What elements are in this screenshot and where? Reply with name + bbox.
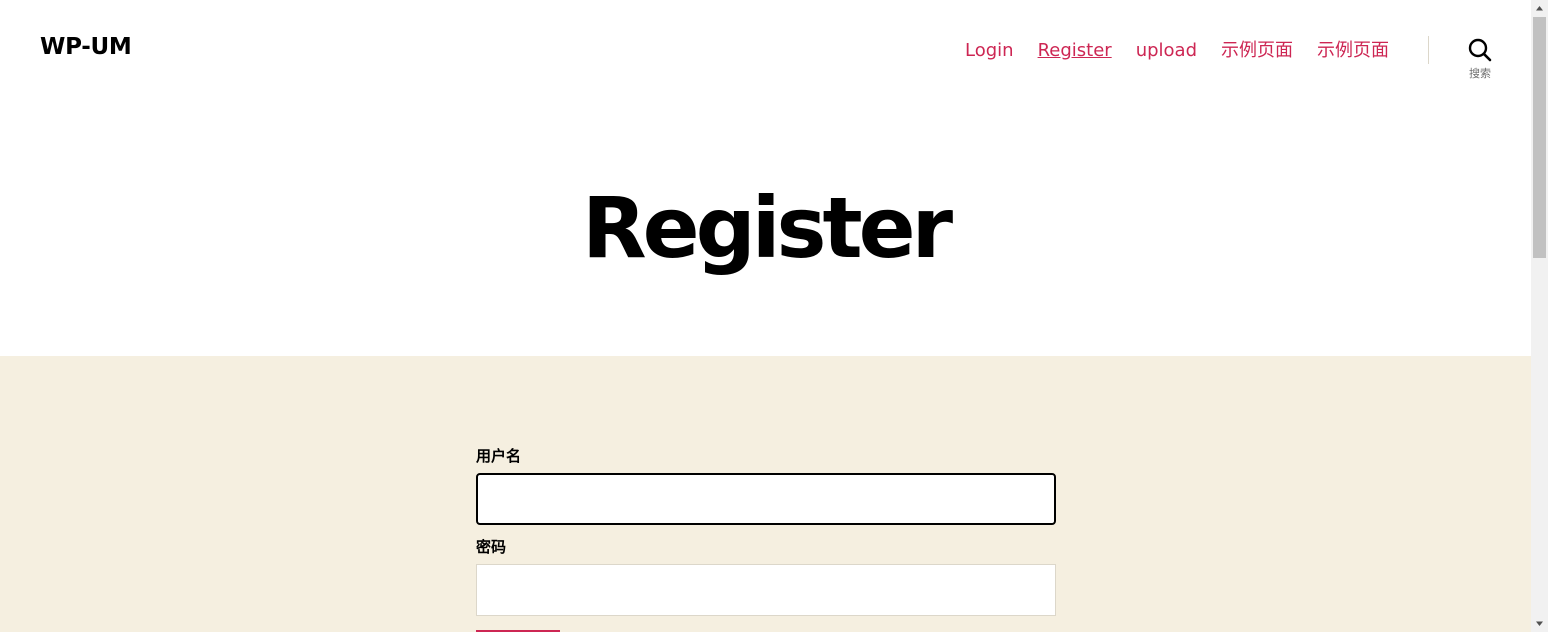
scroll-thumb[interactable]: [1533, 17, 1546, 258]
search-icon: [1468, 38, 1492, 62]
search-toggle-label: 搜索: [1469, 67, 1491, 80]
page: WP-UM Login Register upload 示例页面 示例页面 搜索…: [0, 0, 1531, 632]
nav-link-register[interactable]: Register: [1038, 40, 1112, 61]
search-toggle-button[interactable]: 搜索: [1452, 36, 1508, 90]
site-header: WP-UM Login Register upload 示例页面 示例页面 搜索: [0, 0, 1531, 100]
register-form: 用户名 密码: [476, 446, 1056, 628]
vertical-scrollbar[interactable]: [1531, 0, 1548, 632]
site-title-link[interactable]: WP-UM: [40, 34, 132, 60]
triangle-up-icon: [1536, 6, 1543, 11]
page-title: Register: [581, 179, 953, 277]
header-divider: [1428, 36, 1429, 64]
nav-link-sample-page-1[interactable]: 示例页面: [1221, 36, 1293, 62]
nav-link-upload[interactable]: upload: [1136, 40, 1197, 61]
username-input[interactable]: [476, 473, 1056, 525]
triangle-down-icon: [1536, 621, 1543, 626]
scroll-up-arrow[interactable]: [1531, 0, 1548, 17]
password-input[interactable]: [476, 564, 1056, 616]
primary-nav: Login Register upload 示例页面 示例页面: [965, 36, 1389, 62]
username-label: 用户名: [476, 447, 522, 465]
content-area: 用户名 密码: [0, 356, 1531, 632]
password-label: 密码: [476, 538, 507, 556]
nav-link-login[interactable]: Login: [965, 40, 1014, 61]
scroll-down-arrow[interactable]: [1531, 615, 1548, 632]
nav-link-sample-page-2[interactable]: 示例页面: [1317, 36, 1389, 62]
